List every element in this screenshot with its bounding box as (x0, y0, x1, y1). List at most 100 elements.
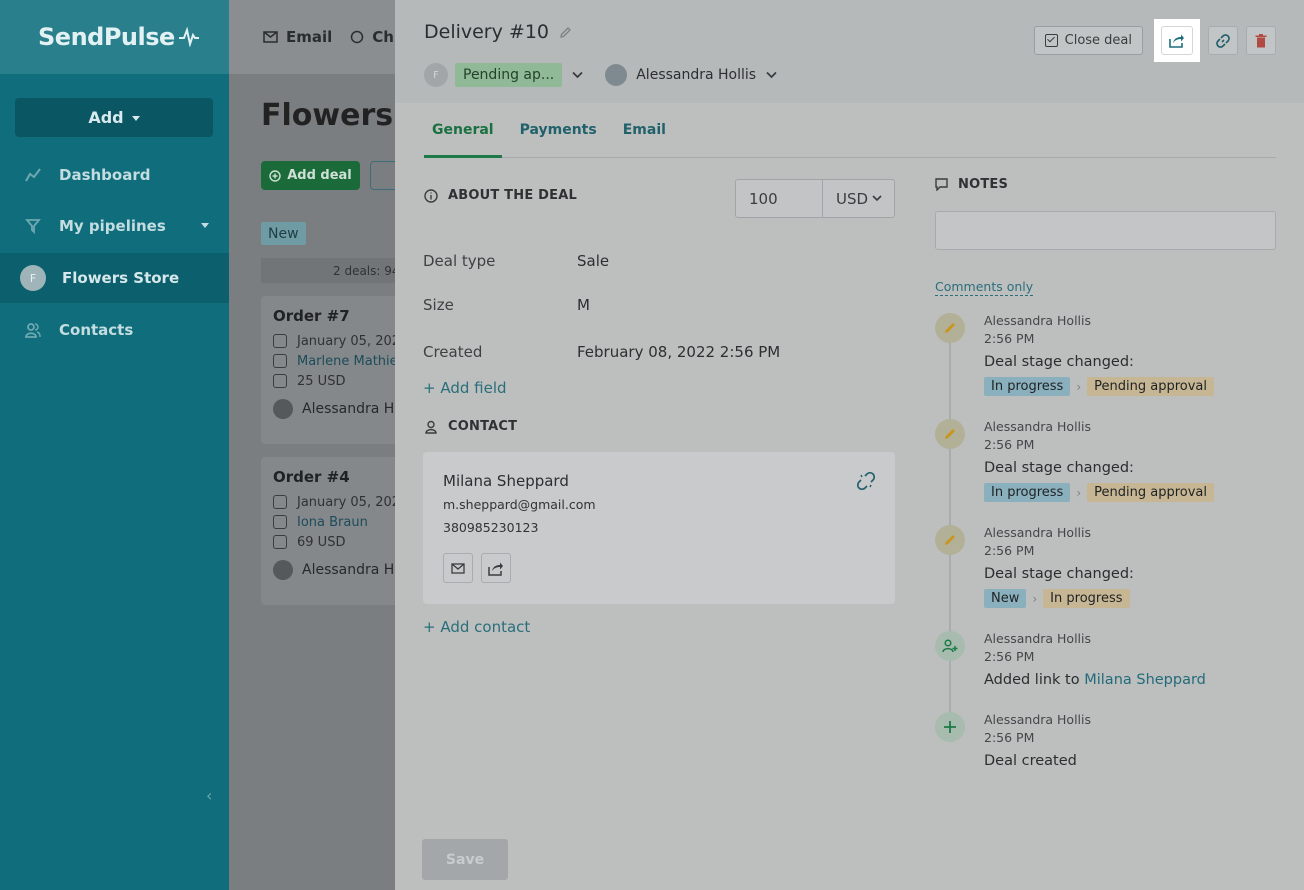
deal-card-date: January 05, 202 (273, 492, 395, 512)
add-user-icon (935, 631, 965, 661)
contact-phone: 380985230123 (443, 520, 539, 535)
amount-input[interactable]: 100 (736, 180, 823, 217)
timeline-item: Alessandra Hollis 2:56 PM Deal stage cha… (935, 419, 1275, 519)
sidebar: SendPulse Add Dashboard My pipelines F F… (0, 0, 229, 890)
notes-heading: NOTES (935, 177, 1008, 192)
pencil-icon (935, 313, 965, 343)
sidebar-item-label: My pipelines (59, 217, 166, 235)
field-value[interactable]: Sale (577, 252, 609, 270)
timeline-text: Deal stage changed: (984, 460, 1134, 476)
envelope-icon (263, 31, 278, 43)
chevron-down-icon[interactable] (572, 71, 583, 79)
owner-select[interactable]: Alessandra Hollis (636, 67, 756, 83)
sidebar-item-label: Flowers Store (62, 269, 180, 287)
deal-card-contact: Iona Braun (273, 512, 395, 532)
deals-count: 2 deals: 94 (261, 258, 395, 283)
timeline-item: Alessandra Hollis 2:56 PM Deal stage cha… (935, 525, 1275, 625)
deal-card[interactable]: Order #7 January 05, 202 Marlene Mathieu… (261, 296, 395, 444)
pulse-icon (178, 27, 199, 47)
add-deal-button[interactable]: Add deal (261, 161, 360, 190)
add-field-link[interactable]: + Add field (423, 379, 507, 397)
delete-button[interactable] (1246, 26, 1276, 55)
pencil-icon[interactable] (559, 26, 572, 39)
share-contact-button[interactable] (481, 553, 511, 583)
amount-text: 25 USD (297, 373, 346, 389)
chevron-right-icon: › (1032, 591, 1038, 606)
deal-panel-header: Delivery #10 F Pending ap... Alessandra … (395, 0, 1304, 103)
contact-link[interactable]: Iona Braun (297, 515, 368, 530)
avatar (605, 64, 628, 86)
checkbox-icon (1044, 34, 1058, 47)
sidebar-item-flowers-store[interactable]: F Flowers Store (0, 253, 229, 303)
funnel-icon (24, 217, 42, 235)
stage-select[interactable]: Pending ap... (455, 63, 563, 87)
timeline-author: Alessandra Hollis (984, 525, 1092, 540)
email-tab-label: Email (286, 28, 333, 46)
avatar (273, 560, 293, 580)
deal-card[interactable]: Order #4 January 05, 202 Iona Braun 69 U… (261, 457, 395, 605)
timeline-item: Alessandra Hollis 2:56 PM Deal stage cha… (935, 313, 1275, 413)
contact-link[interactable]: Marlene Mathieu (297, 354, 395, 369)
field-value[interactable]: M (577, 296, 590, 314)
chat-tab[interactable]: Ch (350, 28, 394, 46)
email-tab[interactable]: Email (263, 28, 332, 46)
timeline-author: Alessandra Hollis (984, 419, 1092, 434)
tab-email[interactable]: Email (623, 117, 666, 158)
stage-to-tag: Pending approval (1087, 483, 1214, 502)
save-button[interactable]: Save (422, 839, 508, 880)
timeline-text: Deal stage changed: (984, 566, 1134, 582)
timeline-text-prefix: Added link to (984, 672, 1085, 688)
close-deal-button[interactable]: Close deal (1033, 26, 1143, 55)
add-contact-link[interactable]: + Add contact (423, 618, 530, 636)
timeline-author: Alessandra Hollis (984, 631, 1092, 646)
currency-select[interactable]: USD (823, 180, 894, 217)
tab-general[interactable]: General (424, 117, 502, 158)
sidebar-item-contacts[interactable]: Contacts (0, 305, 229, 355)
deal-card-date: January 05, 202 (273, 331, 395, 351)
field-label: Deal type (423, 252, 496, 270)
deal-tabs: General Payments Email (424, 117, 1276, 158)
owner-name: Alessandra Ho (302, 562, 395, 578)
date-text: January 05, 202 (297, 494, 395, 510)
comments-only-filter[interactable]: Comments only (935, 279, 1034, 296)
deal-card-owner: Alessandra Ho (273, 560, 395, 580)
caret-down-icon[interactable] (201, 223, 209, 228)
sidebar-item-pipelines[interactable]: My pipelines (0, 201, 229, 251)
stage-from-tag: In progress (984, 483, 1071, 502)
amount-text: 69 USD (297, 534, 346, 550)
unlink-icon[interactable] (857, 472, 875, 490)
chat-icon (351, 30, 364, 44)
contact-heading: CONTACT (424, 419, 517, 434)
stage-from-tag: New (984, 589, 1027, 608)
tab-payments[interactable]: Payments (520, 117, 597, 158)
plus-circle-icon (269, 169, 281, 182)
sidebar-item-dashboard[interactable]: Dashboard (0, 150, 229, 200)
contact-link[interactable]: Milana Sheppard (1084, 672, 1206, 688)
deal-card-title: Order #4 (273, 468, 350, 486)
chevron-down-icon[interactable] (766, 71, 777, 79)
stage-change: New › In progress (984, 589, 1130, 608)
clock-icon (273, 334, 287, 348)
chart-line-icon (24, 166, 42, 184)
amount-field: 100 USD (735, 179, 895, 218)
send-email-button[interactable] (443, 553, 473, 583)
notes-input[interactable] (935, 211, 1276, 250)
timeline-time: 2:56 PM (984, 331, 1035, 346)
share-button[interactable] (1161, 26, 1193, 55)
deal-card-contact: Marlene Mathieu (273, 351, 395, 371)
timeline-author: Alessandra Hollis (984, 712, 1092, 727)
select-button[interactable] (370, 161, 395, 190)
collapse-chevron-icon[interactable]: ‹ (206, 786, 212, 805)
date-text: January 05, 202 (297, 333, 395, 349)
logo[interactable]: SendPulse (38, 23, 200, 51)
deal-title-text: Delivery #10 (424, 21, 550, 43)
user-icon (425, 420, 437, 434)
add-button[interactable]: Add (15, 98, 213, 137)
chevron-down-icon (872, 195, 882, 202)
field-label: Size (423, 296, 454, 314)
contact-name[interactable]: Milana Sheppard (443, 472, 569, 490)
field-value: February 08, 2022 2:56 PM (577, 343, 781, 361)
chevron-right-icon: › (1076, 379, 1082, 394)
timeline-time: 2:56 PM (984, 437, 1035, 452)
copy-link-button[interactable] (1208, 26, 1238, 55)
